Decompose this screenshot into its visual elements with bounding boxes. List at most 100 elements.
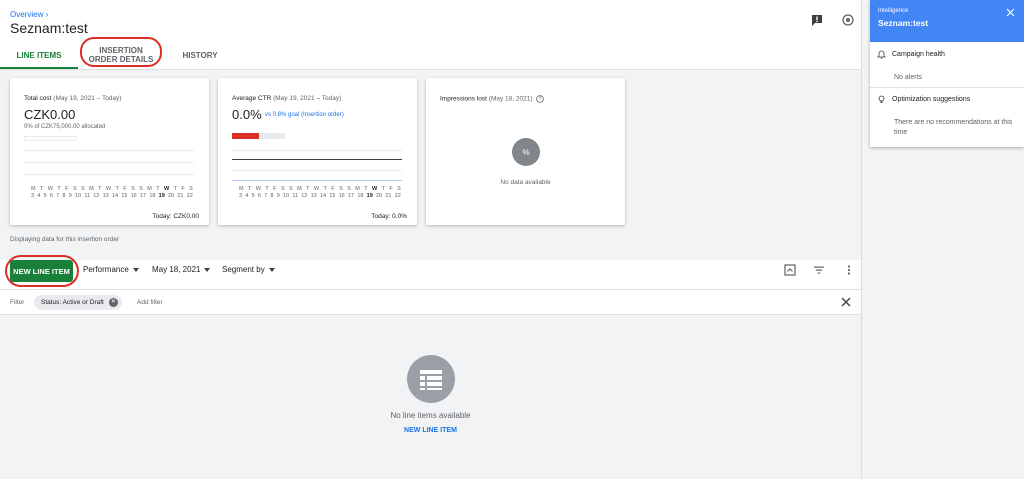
remove-chip-icon[interactable]: ✕ (108, 298, 118, 307)
date-label: 22 (394, 193, 401, 199)
weekday-label: T (323, 186, 327, 192)
weekday-label: S (397, 186, 401, 192)
feedback-icon[interactable] (810, 13, 824, 27)
weekday-label: T (40, 186, 44, 192)
weekday-label: S (289, 186, 293, 192)
page-title: Seznam:test (10, 20, 88, 36)
weekday-label: T (381, 186, 385, 192)
weekday-label: M (297, 186, 302, 192)
date-label: 20 (376, 193, 383, 199)
main-content: Overview › Seznam:test LINE ITEMS INSERT… (0, 0, 862, 479)
status-filter-chip[interactable]: Status: Active or Draft ✕ (34, 295, 122, 310)
date-label: 14 (319, 193, 327, 199)
tab-history[interactable]: HISTORY (164, 41, 236, 69)
date-row: 3 4 5 6 7 8 9 10 11 12 13 14 15 16 17 18 19 20 21 22 (31, 193, 193, 199)
card-average-ctr[interactable]: Average CTR (May 19, 2021 – Today) 0.0% … (218, 78, 417, 225)
date-label: 16 (338, 193, 345, 199)
date-label: 13 (102, 193, 109, 199)
date-label: 16 (130, 193, 137, 199)
date-dropdown[interactable]: May 18, 2021 (152, 265, 211, 274)
date-label: 12 (301, 193, 308, 199)
filter-icon[interactable] (812, 263, 826, 277)
weekday-label: F (273, 186, 277, 192)
weekday-label: F (389, 186, 393, 192)
weekday-label: T (306, 186, 310, 192)
gridline (24, 162, 194, 163)
caret-down-icon (268, 267, 275, 272)
empty-state: No line items available NEW LINE ITEM (0, 315, 861, 479)
tab-insertion-order-details[interactable]: INSERTION ORDER DETAILS (78, 37, 164, 69)
new-line-item-button[interactable]: NEW LINE ITEM (10, 260, 73, 282)
card-impressions-lost[interactable]: Impressions lost (May 18, 2021) ? % No d… (426, 78, 625, 225)
weekday-label: F (181, 186, 185, 192)
date-label: 6 (257, 193, 261, 199)
date-label: 11 (292, 193, 299, 199)
help-icon[interactable]: ? (536, 95, 545, 103)
date-label: 19 (158, 193, 165, 199)
weekday-label: T (173, 186, 177, 192)
no-alerts-text: No alerts (894, 74, 923, 81)
goal-progress-bar (232, 133, 285, 139)
date-label: 20 (168, 193, 175, 199)
weekday-label: T (98, 186, 102, 192)
weekday-label: W (164, 186, 170, 192)
lightbulb-icon (878, 95, 885, 103)
weekday-label: F (65, 186, 69, 192)
panel-row-label: Campaign health (892, 51, 945, 58)
date-label: 14 (111, 193, 119, 199)
goal-link[interactable]: vs 0.8% goal (Insertion order) (265, 112, 344, 118)
gridline (232, 170, 402, 171)
breadcrumb[interactable]: Overview › (10, 10, 48, 19)
date-label: 22 (186, 193, 193, 199)
new-line-item-link[interactable]: NEW LINE ITEM (0, 427, 861, 434)
segment-by-dropdown[interactable]: Segment by (222, 265, 275, 274)
toolbar: NEW LINE ITEM Performance May 18, 2021 S… (0, 255, 861, 287)
date-label: 15 (329, 193, 336, 199)
more-vert-icon[interactable] (842, 263, 856, 277)
date-label: 13 (310, 193, 317, 199)
weekday-label: T (115, 186, 119, 192)
date-row: 3 4 5 6 7 8 9 10 11 12 13 14 15 16 17 18 19 20 21 22 (239, 193, 401, 199)
weekday-label: S (280, 186, 285, 192)
card-total-cost[interactable]: Total cost (May 19, 2021 – Today) CZK0.0… (10, 78, 209, 225)
weekday-label: T (248, 186, 252, 192)
chart-toggle-icon[interactable] (783, 263, 797, 277)
weekday-label: F (123, 186, 127, 192)
weekday-label: W (313, 186, 320, 192)
date-label: 18 (357, 193, 364, 199)
caret-down-icon (204, 267, 211, 272)
goal-progress-fill (232, 133, 259, 139)
add-filter-input[interactable]: Add filter (137, 299, 163, 306)
weekday-label: S (189, 186, 193, 192)
panel-row-label: Optimization suggestions (892, 96, 971, 103)
campaign-health-row[interactable]: Campaign health (877, 50, 945, 59)
weekday-label: S (347, 186, 351, 192)
display-note: Displaying data for this insertion order (10, 236, 120, 243)
divider (870, 87, 1024, 88)
weekday-row: MTWTFSSMTWTFSSMTWTFS (31, 186, 193, 192)
date-label: 17 (347, 193, 355, 199)
weekday-label: W (255, 186, 261, 192)
card-value: CZK0.00 (24, 107, 76, 122)
weekday-label: W (372, 186, 378, 192)
tab-line-items[interactable]: LINE ITEMS (0, 41, 78, 69)
percent-icon: % (512, 138, 540, 166)
performance-dropdown[interactable]: Performance (83, 265, 139, 274)
tab-bar: LINE ITEMS INSERTION ORDER DETAILS HISTO… (0, 37, 236, 69)
date-label: 6 (49, 193, 53, 199)
empty-text: No line items available (390, 411, 471, 420)
date-label: 15 (121, 193, 128, 199)
summary-area: Total cost (May 19, 2021 – Today) CZK0.0… (0, 70, 861, 260)
date-label: 7 (56, 193, 60, 199)
date-label: 9 (68, 193, 72, 199)
weekday-label: S (72, 186, 77, 192)
date-label: 21 (177, 193, 184, 199)
close-icon[interactable] (839, 295, 853, 309)
bell-icon (877, 50, 886, 59)
close-icon[interactable] (1006, 8, 1015, 17)
date-label: 7 (264, 193, 268, 199)
weekday-label: M (239, 186, 244, 192)
intelligence-icon[interactable] (841, 13, 855, 27)
date-label: 9 (276, 193, 280, 199)
optimization-row[interactable]: Optimization suggestions (877, 95, 970, 104)
